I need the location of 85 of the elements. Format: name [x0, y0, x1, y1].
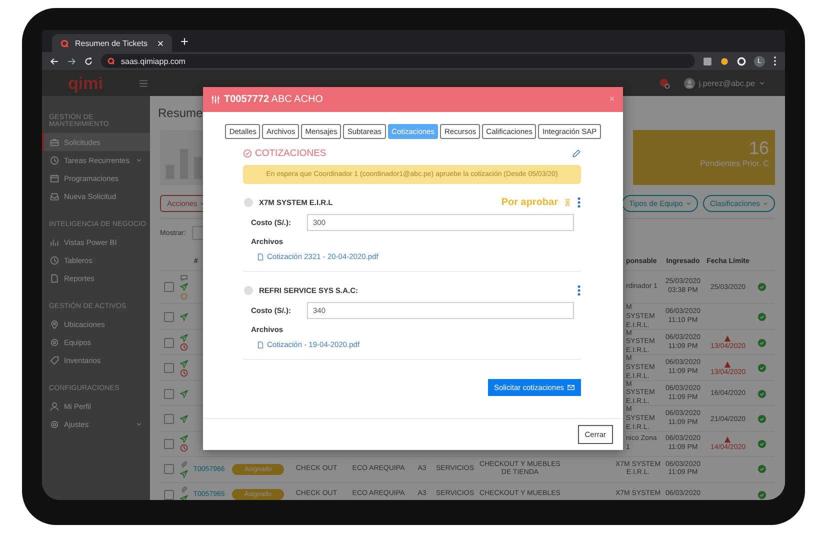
row-checkbox[interactable] — [164, 438, 174, 449]
summary-label: Pendientes Prior. C — [700, 159, 769, 168]
user-menu[interactable]: j.perez@abc.pe — [684, 78, 765, 88]
browser-tab[interactable]: Resumen de Tickets — [52, 34, 172, 52]
document-icon — [50, 274, 59, 282]
notification-icon[interactable] — [658, 78, 670, 88]
paperclip-icon — [180, 460, 188, 469]
q-logo-icon — [107, 57, 115, 65]
app-logo: qimi — [68, 74, 104, 92]
clock-icon — [50, 156, 59, 164]
tab-title: Resumen de Tickets — [75, 38, 148, 48]
paper-plane-icon — [180, 283, 188, 291]
user-avatar-icon — [684, 78, 695, 88]
gear-icon — [50, 420, 59, 428]
caret-icon — [686, 201, 691, 206]
sliders-icon — [211, 95, 220, 104]
row-checkbox[interactable] — [164, 388, 174, 399]
back-arrow-icon[interactable] — [50, 56, 59, 66]
paper-plane-icon — [180, 435, 188, 444]
close-button[interactable]: × — [609, 94, 615, 105]
paper-plane-icon — [180, 360, 188, 368]
row-checkbox[interactable] — [164, 363, 174, 374]
gear-icon — [50, 338, 59, 346]
bar-chart-icon — [50, 238, 59, 246]
paperclip-icon — [180, 486, 188, 494]
modal-title: T0057772 ABC ACHO — [224, 94, 323, 105]
url-text: saas.qimiapp.com — [121, 56, 186, 66]
hourglass-icon — [564, 198, 571, 207]
person-icon — [50, 402, 59, 410]
clock-icon — [180, 343, 188, 352]
section-title: COTIZACIONES — [255, 148, 328, 159]
address-bar[interactable]: saas.qimiapp.com — [101, 54, 695, 68]
close-icon[interactable] — [157, 40, 164, 46]
clock-icon — [180, 444, 188, 452]
paper-plane-icon — [180, 415, 188, 424]
clock-icon — [50, 256, 59, 264]
user-email: j.perez@abc.pe — [698, 78, 755, 88]
row-checkbox[interactable] — [164, 338, 174, 348]
clock-icon — [180, 368, 188, 377]
caret-icon — [759, 80, 765, 86]
more-vertical-icon[interactable] — [577, 197, 581, 208]
more-vertical-icon[interactable] — [577, 285, 581, 296]
status-check-icon — [758, 313, 766, 322]
status-check-icon — [758, 338, 766, 347]
calendar-icon — [50, 174, 59, 182]
page-title: Resume — [158, 105, 204, 122]
map-pin-icon — [50, 320, 59, 328]
briefcase-icon — [50, 138, 59, 146]
inbox-icon — [50, 192, 59, 200]
tag-icon — [50, 356, 59, 364]
status-check-icon — [758, 364, 766, 372]
paper-plane-icon — [180, 334, 188, 342]
radio-button[interactable] — [244, 198, 253, 207]
paper-plane-icon — [180, 390, 188, 398]
forward-arrow-icon[interactable] — [67, 56, 76, 66]
more-vertical-icon[interactable] — [773, 56, 777, 66]
paper-plane-icon — [180, 470, 188, 478]
status-check-icon — [758, 440, 766, 448]
chevron-down-icon[interactable] — [136, 157, 142, 163]
chevron-down-icon[interactable] — [136, 421, 142, 427]
check-circle-icon — [243, 149, 252, 158]
plus-icon[interactable] — [180, 36, 189, 46]
q-logo-icon — [60, 38, 69, 48]
summary-value: 16 — [748, 138, 769, 159]
row-checkbox[interactable] — [164, 464, 174, 474]
status-check-icon — [758, 415, 766, 424]
pencil-icon[interactable] — [572, 149, 581, 158]
reload-icon[interactable] — [84, 56, 93, 66]
menu-icon[interactable] — [138, 78, 149, 88]
row-checkbox[interactable] — [164, 414, 174, 424]
status-check-icon — [758, 390, 766, 398]
speech-bubble-icon — [180, 274, 188, 282]
status-check-icon — [758, 283, 766, 291]
file-icon — [257, 252, 264, 260]
row-checkbox[interactable] — [164, 490, 174, 500]
file-icon — [257, 340, 264, 348]
row-checkbox[interactable] — [164, 282, 174, 292]
circle-icon — [180, 292, 188, 300]
paper-plane-icon — [180, 313, 188, 322]
caret-icon — [763, 201, 768, 206]
quote-status: Por aprobar — [501, 197, 558, 208]
envelope-icon — [567, 384, 575, 391]
row-checkbox[interactable] — [164, 312, 174, 322]
radio-button[interactable] — [244, 286, 253, 295]
status-check-icon — [758, 465, 766, 474]
